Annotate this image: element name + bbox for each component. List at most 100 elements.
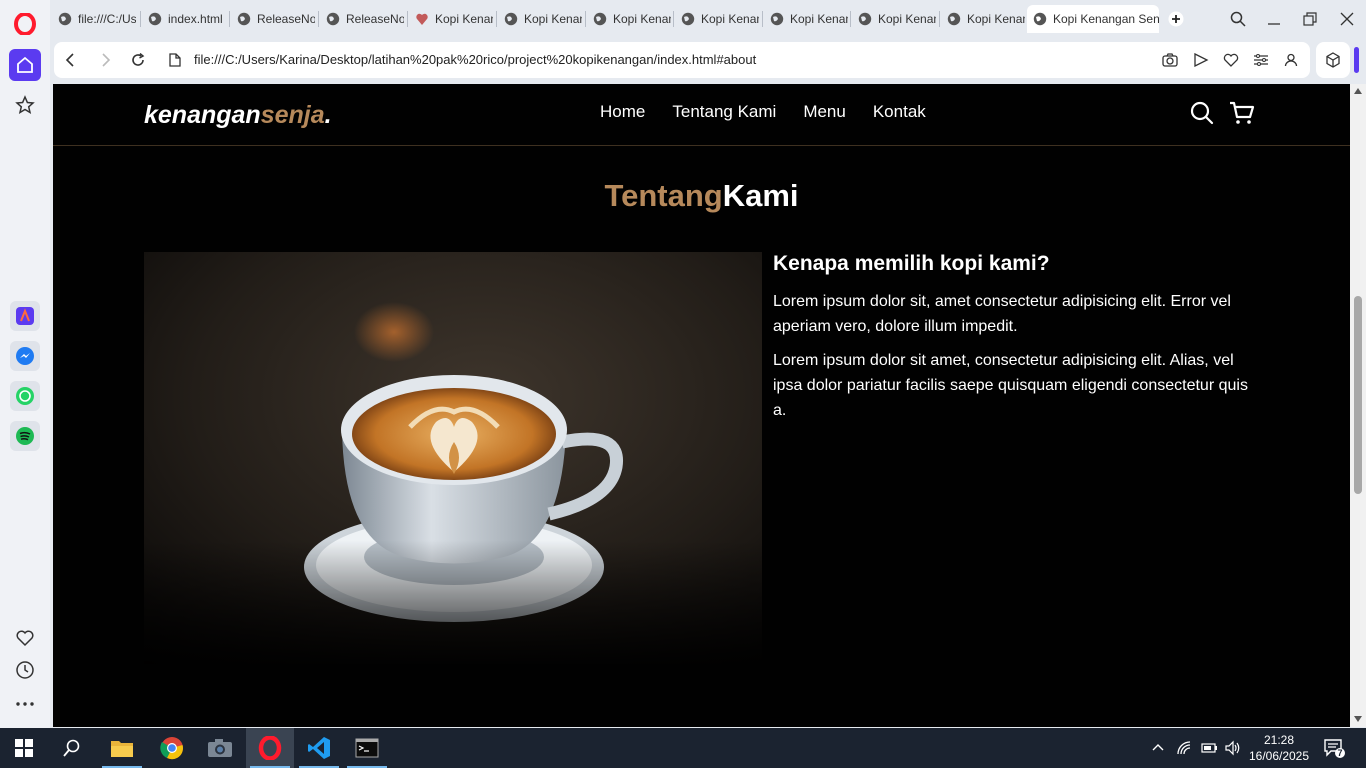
tab-label: Kopi Kenan [435, 12, 493, 26]
sidebar-accent-bar [1354, 47, 1359, 73]
globe-icon [947, 12, 961, 26]
aria-ai-icon[interactable] [10, 301, 40, 331]
site-navbar: kenangansenja. Home Tentang Kami Menu Ko… [53, 84, 1350, 146]
nav-link-home[interactable]: Home [600, 102, 645, 122]
heart-favicon-icon [416, 13, 428, 25]
vscode-icon[interactable] [295, 728, 343, 768]
restore-icon[interactable] [1299, 8, 1321, 30]
notification-center[interactable]: 7 [1323, 728, 1345, 768]
chevron-up-icon[interactable] [1150, 740, 1166, 756]
shopping-cart-icon[interactable] [1229, 100, 1255, 126]
tab-separator [762, 11, 763, 27]
tab[interactable]: Kopi Kenan [587, 6, 671, 32]
forward-icon[interactable] [95, 49, 117, 71]
about-paragraph: Lorem ipsum dolor sit, amet consectetur … [773, 293, 1231, 335]
taskbar-clock[interactable]: 21:28 16/06/2025 [1244, 732, 1314, 764]
logo-main: kenangan [144, 101, 261, 129]
page-viewport: kenangansenja. Home Tentang Kami Menu Ko… [53, 84, 1350, 727]
url-text[interactable]: file:///C:/Users/Karina/Desktop/latihan%… [194, 52, 756, 67]
chrome-icon[interactable] [148, 728, 196, 768]
home-icon[interactable] [9, 49, 41, 81]
tab-separator [407, 11, 408, 27]
tab-separator [939, 11, 940, 27]
tab[interactable]: file:///C:/Us [52, 6, 136, 32]
tab-label: ReleaseNot [257, 12, 315, 26]
site-logo[interactable]: kenangansenja. [144, 101, 332, 130]
send-icon[interactable] [1190, 49, 1212, 71]
globe-icon [770, 12, 784, 26]
nav-link-about[interactable]: Tentang Kami [672, 102, 776, 122]
terminal-icon[interactable] [343, 728, 391, 768]
windows-start-icon[interactable] [0, 728, 48, 768]
tab-separator [229, 11, 230, 27]
search-icon[interactable] [48, 728, 96, 768]
page-scrollbar[interactable] [1350, 84, 1366, 727]
nav-link-menu[interactable]: Menu [803, 102, 846, 122]
bookmark-heart-icon[interactable] [1220, 49, 1242, 71]
search-icon[interactable] [1189, 100, 1215, 126]
tab[interactable]: Kopi Kenan [498, 6, 582, 32]
globe-icon [858, 12, 872, 26]
tab[interactable]: index.html [142, 6, 226, 32]
title-accent: Tentang [604, 178, 723, 213]
globe-icon [148, 12, 162, 26]
tab[interactable]: Kopi Kenan [852, 6, 936, 32]
spotify-icon[interactable] [10, 421, 40, 451]
close-window-icon[interactable] [1336, 8, 1358, 30]
globe-icon [237, 12, 251, 26]
messenger-icon[interactable] [10, 341, 40, 371]
clock-date: 16/06/2025 [1248, 749, 1310, 763]
tab[interactable]: Kopi Kenan [675, 6, 759, 32]
site-menu: Home Tentang Kami Menu Kontak [600, 102, 953, 122]
tab[interactable]: ReleaseNot [231, 6, 315, 32]
easy-setup-icon[interactable] [1250, 49, 1272, 71]
network-icon[interactable] [1176, 740, 1194, 756]
opera-taskbar-icon[interactable] [246, 728, 294, 768]
tab-label: file:///C:/Us [78, 12, 136, 26]
account-icon[interactable] [1280, 49, 1302, 71]
tab[interactable]: ReleaseNot [320, 6, 404, 32]
back-icon[interactable] [59, 49, 81, 71]
tab-label: Kopi Kenan [701, 12, 759, 26]
new-tab-plus-icon[interactable] [1165, 8, 1187, 30]
tab[interactable]: Kopi Kenan [941, 6, 1025, 32]
tab-label: ReleaseNot [346, 12, 404, 26]
system-tray [1150, 728, 1242, 768]
history-icon[interactable] [9, 654, 41, 686]
scroll-up-icon[interactable] [1354, 88, 1362, 94]
camera-app-icon[interactable] [196, 728, 244, 768]
file-icon[interactable] [164, 49, 186, 71]
tab-active[interactable]: Kopi Kenangan Sen [1027, 5, 1159, 33]
browser-sidebar [0, 0, 50, 728]
notification-count: 7 [1337, 748, 1343, 758]
battery-icon[interactable] [1200, 740, 1218, 756]
tab[interactable]: Kopi Kenan [409, 6, 493, 32]
extensions-cube-icon[interactable] [1316, 42, 1350, 78]
about-heading: Kenapa memilih kopi kami? [773, 252, 1050, 275]
whatsapp-icon[interactable] [10, 381, 40, 411]
opera-logo-icon[interactable] [9, 8, 41, 40]
more-icon[interactable] [9, 688, 41, 720]
tab-label: Kopi Kenan [613, 12, 671, 26]
scroll-thumb[interactable] [1354, 296, 1362, 494]
star-icon[interactable] [9, 89, 41, 121]
scroll-down-icon[interactable] [1354, 716, 1362, 722]
globe-icon [58, 12, 72, 26]
reload-icon[interactable] [127, 49, 149, 71]
tab-separator [496, 11, 497, 27]
clock-time: 21:28 [1263, 733, 1295, 747]
minimize-icon[interactable] [1263, 8, 1285, 30]
heart-icon[interactable] [9, 622, 41, 654]
logo-accent: senja [260, 101, 325, 129]
globe-icon [326, 12, 340, 26]
search-tabs-icon[interactable] [1227, 8, 1249, 30]
file-explorer-icon[interactable] [98, 728, 146, 768]
nav-link-contact[interactable]: Kontak [873, 102, 926, 122]
volume-icon[interactable] [1224, 740, 1242, 756]
tab-label: Kopi Kenangan Sen [1053, 12, 1159, 26]
address-bar: file:///C:/Users/Karina/Desktop/latihan%… [54, 42, 1310, 78]
tab[interactable]: Kopi Kenan [764, 6, 848, 32]
tab-separator [318, 11, 319, 27]
snapshot-icon[interactable] [1159, 49, 1181, 71]
tab-label: index.html [168, 12, 223, 26]
